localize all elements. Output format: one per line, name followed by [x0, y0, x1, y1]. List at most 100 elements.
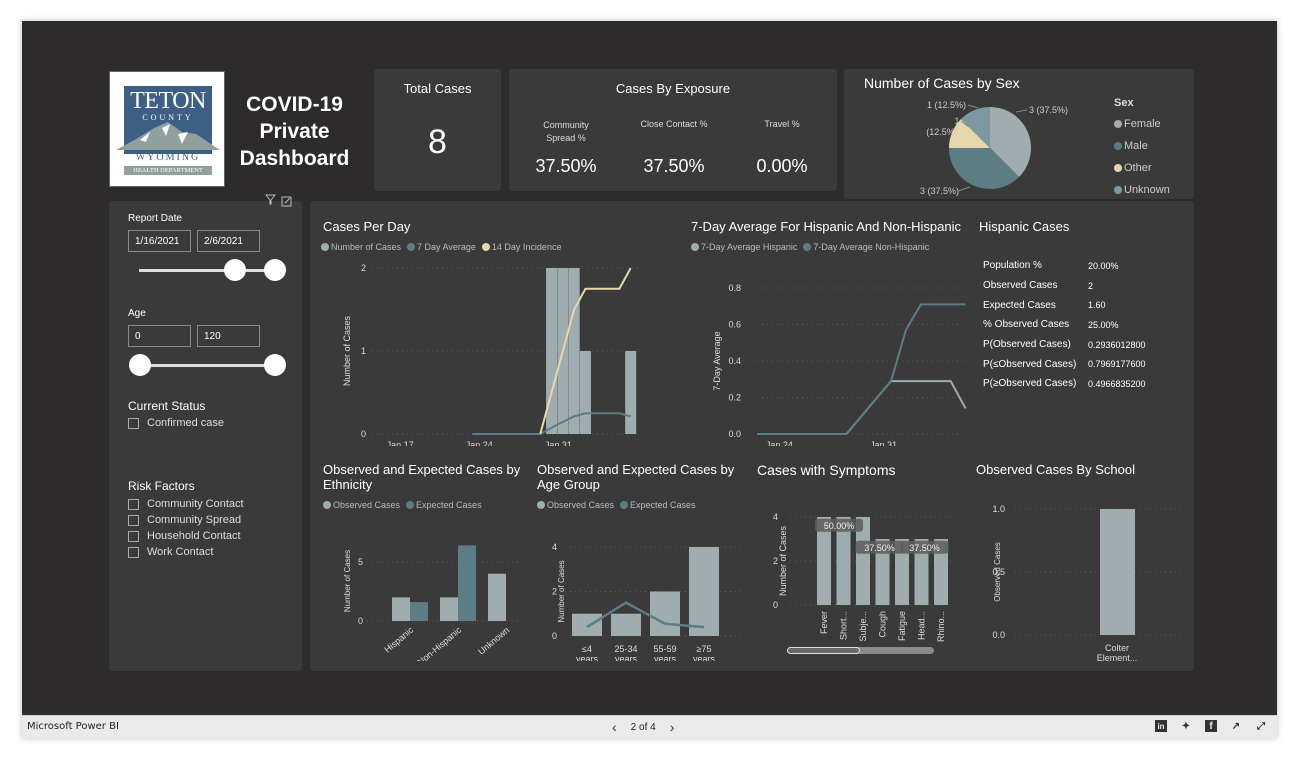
- age-group-chart-title: Observed and Expected Cases by Age Group: [537, 462, 735, 492]
- legend-item-other[interactable]: Other: [1114, 157, 1170, 179]
- fullscreen-icon[interactable]: ⤢: [1255, 720, 1267, 732]
- logo-wyoming: WYOMING: [135, 152, 201, 163]
- checkbox-household-contact[interactable]: Household Contact: [128, 530, 241, 542]
- legend-item[interactable]: Expected Cases: [620, 500, 696, 510]
- symptoms-scrollbar-thumb[interactable]: [787, 647, 860, 654]
- checkbox-box[interactable]: [128, 530, 139, 542]
- exposure-value-travel: 0.00%: [756, 156, 808, 176]
- age-max-input[interactable]: 120: [197, 325, 260, 347]
- cases-per-day-title: Cases Per Day: [323, 219, 411, 234]
- report-canvas: TETON COUNTY WYOMING HEALTH DEPARTMENT C…: [22, 21, 1277, 715]
- age-group-legend: Observed Cases Expected Cases: [537, 500, 696, 510]
- y-tick-label: 0.0: [728, 429, 741, 439]
- label-line: Community: [543, 120, 589, 130]
- x-tick-label: ≤4: [582, 644, 592, 654]
- bar-observed-cases: [650, 591, 680, 636]
- checkbox-box[interactable]: [128, 514, 139, 526]
- exposure-label-travel: Travel %: [764, 119, 800, 129]
- legend-item[interactable]: Expected Cases: [406, 500, 482, 510]
- next-page-button[interactable]: ›: [670, 719, 675, 735]
- page-navigator: ‹ 2 of 4 ›: [612, 719, 674, 735]
- legend-item-unknown[interactable]: Unknown: [1114, 179, 1170, 201]
- page-indicator: 2 of 4: [630, 721, 656, 733]
- row-label: Expected Cases: [983, 299, 1056, 311]
- age-group-chart: 024Number of Cases≤4years25-34years55-59…: [552, 542, 742, 661]
- bar-observed-cases: [392, 597, 410, 621]
- y-tick-label: 2: [361, 263, 366, 273]
- symptoms-chart: 024Number of CasesFever Short... Subje... C…: [773, 512, 955, 642]
- report-date-label: Report Date: [128, 213, 182, 224]
- row-label: Population %: [983, 260, 1042, 272]
- bar-observed-cases: [488, 573, 506, 621]
- label-line: Spread %: [546, 133, 586, 143]
- report-date-start-input[interactable]: 1/16/2021: [128, 230, 191, 252]
- x-tick-label: Short...: [839, 611, 849, 640]
- age-slider-track[interactable]: [139, 364, 275, 367]
- legend-dot-icon: [481, 243, 490, 251]
- facebook-icon[interactable]: f: [1205, 720, 1217, 732]
- x-tick-label: Non-Hispanic: [415, 625, 463, 661]
- report-date-end-input[interactable]: 2/6/2021: [197, 230, 260, 252]
- checkbox-box[interactable]: [128, 417, 139, 429]
- bar-observed-cases: [440, 597, 458, 621]
- ethnicity-chart: 0 5 Number of Cases Hispanic Non-Hispanic Unk…: [343, 545, 527, 661]
- checkbox-community-contact[interactable]: Community Contact: [128, 498, 244, 510]
- age-min-input[interactable]: 0: [128, 325, 191, 347]
- checkbox-box[interactable]: [128, 546, 139, 558]
- age-min-handle[interactable]: [129, 354, 151, 376]
- x-tick-label: years: [654, 654, 677, 661]
- checkbox-confirmed-case[interactable]: Confirmed case: [128, 417, 224, 429]
- checkbox-box[interactable]: [128, 498, 139, 510]
- legend-dot-icon: [537, 501, 545, 509]
- x-tick-label: years: [615, 654, 638, 661]
- y-tick-label: 4: [552, 542, 557, 552]
- row-value: 1.60: [1088, 300, 1106, 311]
- row-value: 0.4966835200: [1088, 378, 1146, 389]
- y-axis-title: Number of Cases: [343, 550, 352, 612]
- symptoms-scrollbar[interactable]: [787, 647, 934, 654]
- legend-label: Unknown: [1124, 184, 1170, 196]
- exposure-value-community: 37.50%: [535, 156, 597, 176]
- twitter-icon[interactable]: ✦: [1180, 720, 1192, 732]
- x-tick-label: Colter: [1105, 643, 1129, 653]
- x-tick-label: 55-59: [653, 644, 676, 654]
- pie-label-other-pct: (12.5%): [926, 127, 958, 137]
- pie-label-other-count: 1: [954, 116, 959, 126]
- data-label: 37.50%: [864, 543, 895, 553]
- legend-item-male[interactable]: Male: [1114, 135, 1170, 157]
- report-date-end-handle[interactable]: [264, 259, 286, 281]
- checkbox-work-contact[interactable]: Work Contact: [128, 546, 213, 558]
- age-max-handle[interactable]: [264, 354, 286, 376]
- legend-dot-icon: [406, 501, 415, 509]
- logo-teton: TETON: [130, 88, 206, 114]
- y-axis-title: Number of Cases: [778, 525, 788, 596]
- title-line: COVID-19: [246, 93, 343, 116]
- row-label: % Observed Cases: [983, 319, 1070, 331]
- data-label: 37.50%: [909, 543, 940, 553]
- legend-item[interactable]: Observed Cases: [537, 500, 614, 510]
- row-value: 25.00%: [1088, 319, 1119, 330]
- pie-leader-line: [957, 186, 971, 192]
- legend-label: Observed Cases: [333, 500, 401, 510]
- report-date-slider-track[interactable]: [139, 269, 275, 272]
- filter-icon[interactable]: [264, 194, 277, 205]
- title-line: Dashboard: [239, 147, 350, 170]
- focus-mode-icon[interactable]: [281, 194, 292, 207]
- legend-item-female[interactable]: Female: [1114, 113, 1170, 135]
- linkedin-icon[interactable]: in: [1155, 720, 1167, 732]
- pie-label-unknown: 1 (12.5%): [927, 100, 966, 110]
- legend-dot-icon: [407, 243, 416, 251]
- pie-label-female: 3 (37.5%): [1029, 105, 1068, 115]
- previous-page-button[interactable]: ‹: [612, 719, 617, 735]
- y-tick-label: 0.8: [728, 283, 741, 293]
- legend-item[interactable]: Observed Cases: [323, 500, 400, 510]
- share-icon[interactable]: ↗: [1230, 720, 1242, 732]
- row-label: Observed Cases: [983, 280, 1058, 292]
- checkbox-community-spread[interactable]: Community Spread: [128, 514, 241, 526]
- report-date-start-handle[interactable]: [224, 259, 246, 281]
- pie-label-male: 3 (37.5%): [920, 186, 959, 196]
- bar-expected-cases: [410, 602, 428, 621]
- y-tick-label: 1: [361, 346, 366, 356]
- y-tick-label: 0: [552, 631, 557, 641]
- cases-by-sex-card: Number of Cases by Sex 3 (37.5%) 3 (37.5%…: [844, 69, 1194, 199]
